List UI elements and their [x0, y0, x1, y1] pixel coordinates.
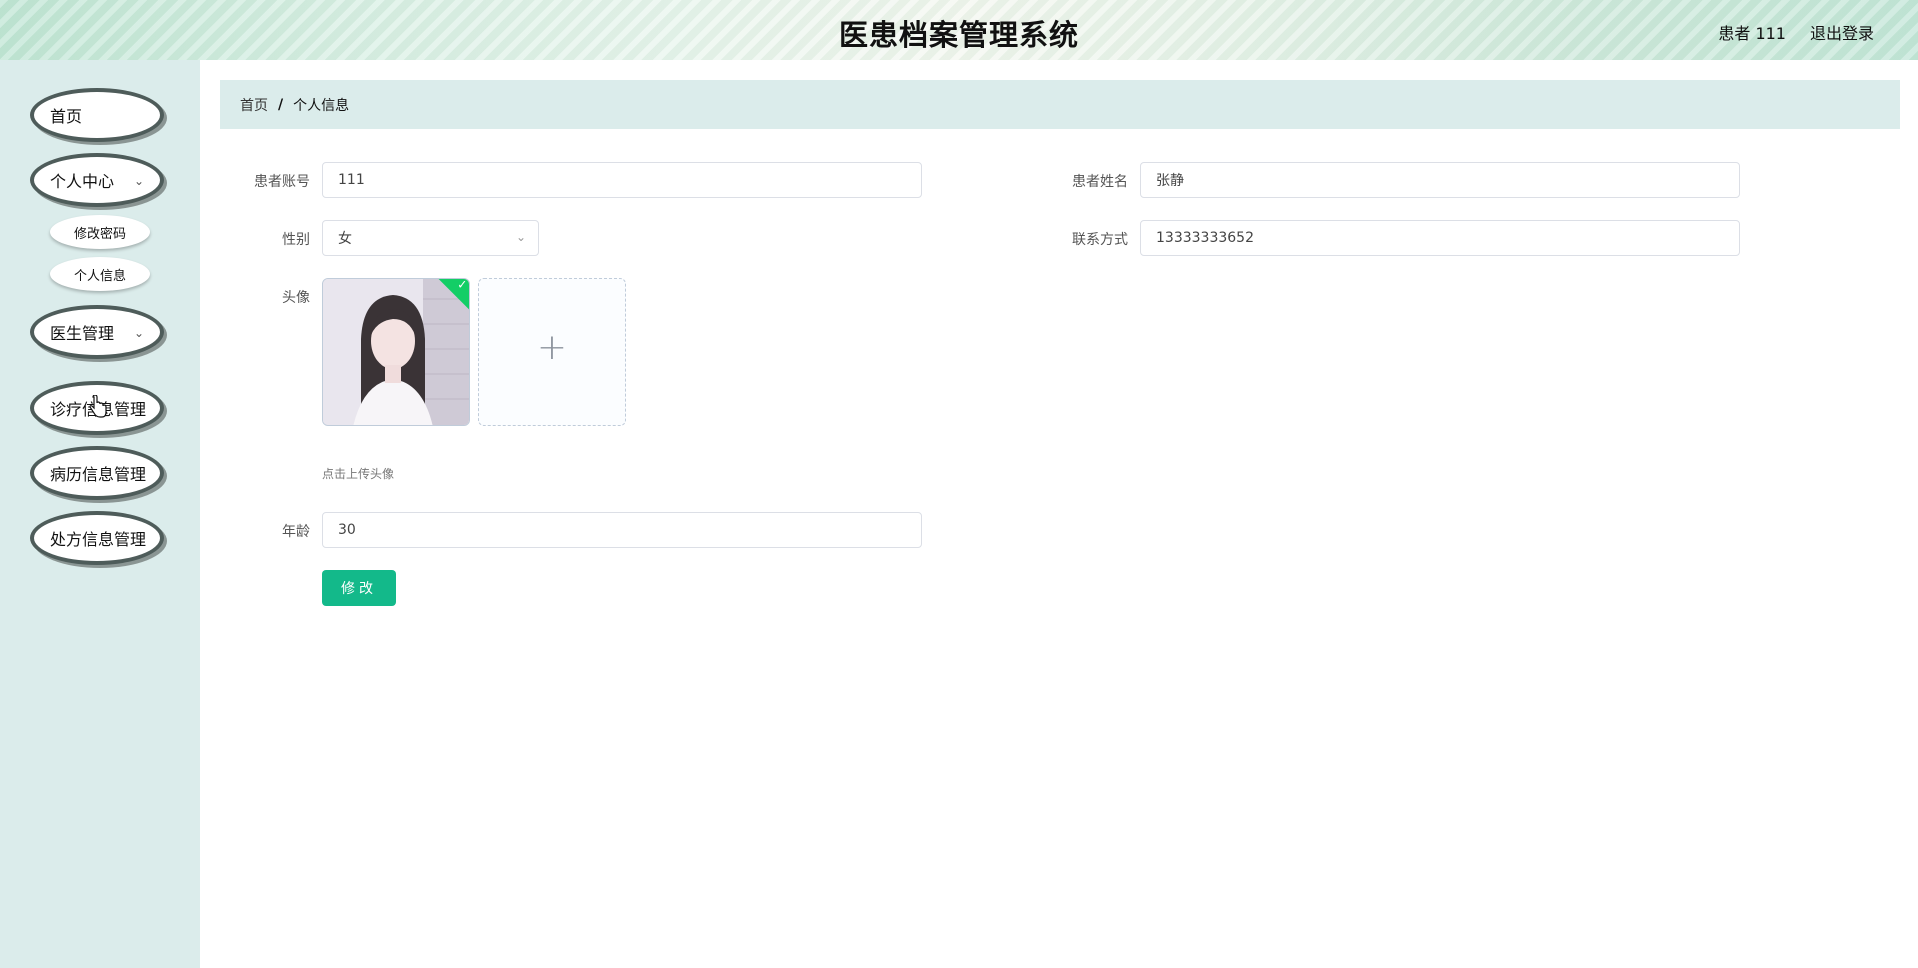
breadcrumb: 首页 / 个人信息: [220, 80, 1900, 129]
chevron-down-icon: ⌄: [515, 230, 526, 244]
name-field[interactable]: 张静: [1140, 162, 1740, 198]
sidebar-item-home[interactable]: 首页: [30, 88, 164, 142]
age-field[interactable]: 30: [322, 512, 922, 548]
phone-label: 联系方式: [1072, 232, 1128, 248]
submit-button[interactable]: 修改: [322, 570, 396, 606]
hand-cursor-icon: [89, 395, 107, 418]
breadcrumb-current: 个人信息: [293, 97, 350, 114]
account-field[interactable]: 111: [322, 162, 922, 198]
avatar-upload-button[interactable]: +: [478, 278, 626, 426]
sidebar-item-label: 医生管理: [50, 324, 115, 343]
sidebar-subitem-change-password[interactable]: 修改密码: [50, 215, 150, 249]
sidebar-item-medical-records[interactable]: 病历信息管理: [30, 446, 164, 500]
check-icon: ✓: [457, 278, 468, 292]
page-title: 医患档案管理系统: [838, 18, 1079, 52]
name-label: 患者姓名: [1072, 174, 1128, 190]
avatar-label: 头像: [282, 290, 310, 306]
breadcrumb-home[interactable]: 首页: [240, 95, 268, 115]
sidebar-item-label: 处方信息管理: [50, 530, 147, 549]
avatar-photo: [323, 279, 469, 425]
name-value: 张静: [1156, 173, 1184, 189]
account-value: 111: [338, 172, 365, 188]
logout-link[interactable]: 退出登录: [1810, 20, 1874, 44]
account-label: 患者账号: [254, 174, 310, 190]
age-value: 30: [338, 522, 356, 538]
sidebar-subitem-label: 修改密码: [73, 226, 126, 242]
sidebar-item-prescriptions[interactable]: 处方信息管理: [30, 511, 164, 565]
gender-select[interactable]: 女 ⌄: [322, 220, 539, 256]
phone-value: 13333333652: [1156, 230, 1254, 246]
gender-label: 性别: [282, 232, 310, 248]
current-user: 患者 111: [1718, 24, 1786, 43]
gender-value: 女: [338, 231, 352, 247]
sidebar-item-label: 病历信息管理: [50, 465, 147, 484]
sidebar-item-label: 首页: [50, 107, 83, 126]
avatar-image[interactable]: ✓: [322, 278, 470, 426]
plus-icon: +: [536, 327, 568, 368]
age-label: 年龄: [282, 524, 310, 540]
breadcrumb-separator: /: [278, 96, 284, 113]
sidebar: 首页 个人中心 ⌄ 修改密码 个人信息 医生管理 ⌄ 诊疗信息管理 病历信息管理…: [0, 60, 200, 968]
sidebar-subitem-label: 个人信息: [73, 268, 126, 284]
sidebar-item-personal-center[interactable]: 个人中心 ⌄: [30, 153, 164, 207]
chevron-down-icon: ⌄: [133, 326, 144, 340]
phone-field[interactable]: 13333333652: [1140, 220, 1740, 256]
sidebar-item-doctor-management[interactable]: 医生管理 ⌄: [30, 305, 164, 359]
chevron-down-icon: ⌄: [133, 174, 144, 188]
sidebar-item-label: 个人中心: [50, 172, 115, 191]
header: 医患档案管理系统 患者 111 退出登录: [0, 0, 1918, 60]
avatar-upload-tip: 点击上传头像: [322, 467, 395, 481]
sidebar-subitem-personal-info[interactable]: 个人信息: [50, 257, 150, 291]
